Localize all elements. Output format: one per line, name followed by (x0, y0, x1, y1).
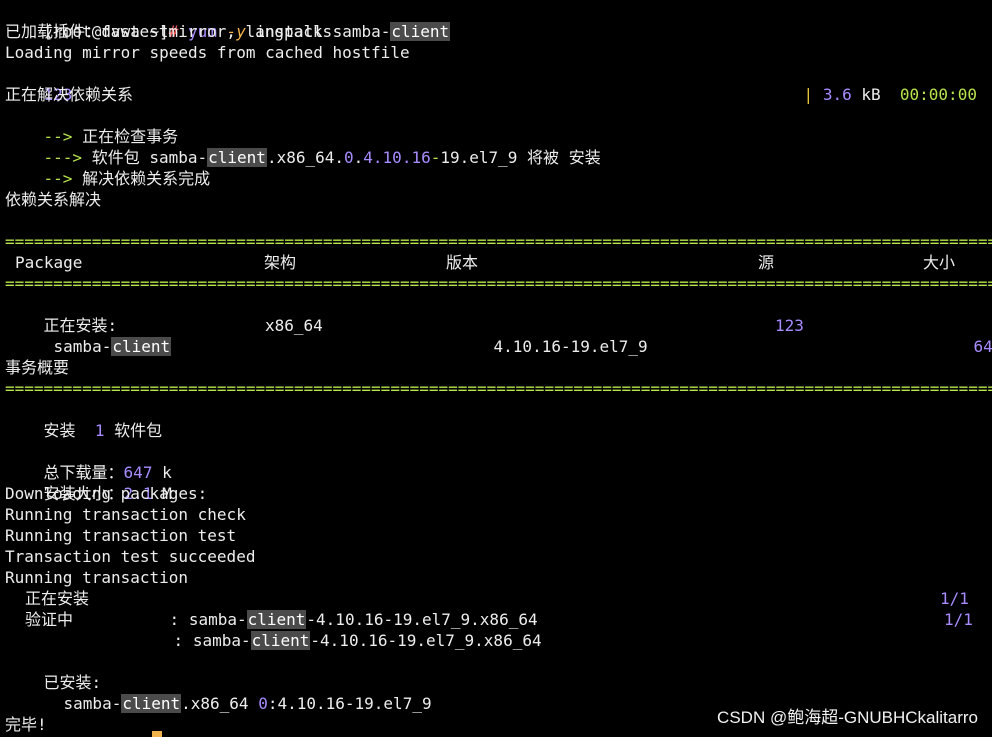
header-version: 版本 (446, 253, 479, 272)
downloading-line: Downloading packages: (5, 484, 208, 503)
repo-time: 00:00:00 (899, 85, 977, 104)
transaction-check-line: Running transaction check (5, 505, 246, 524)
pkg-version: :4.10.16-19.el7_9 (267, 694, 432, 713)
plugins-line: 已加载插件：fastestmirror, langpacks (5, 22, 333, 41)
row-size: 647 k (935, 315, 992, 356)
repo-metadata: | 3.6 kB 00:00:00 (765, 63, 977, 104)
header-size: 大小 (923, 253, 956, 272)
installed-label-line: 已安装: (5, 651, 102, 692)
install-summary-line: 安装 1 软件包 (5, 399, 163, 440)
pkg-name-part: samba- (192, 631, 251, 650)
pkg-arch: .x86_64 (181, 694, 259, 713)
row-repo: 123 (775, 316, 804, 335)
done-line: 完毕! (5, 715, 47, 734)
pkg-name-part: samba- (332, 22, 391, 41)
resolved-text: 解决依赖关系完成 (82, 169, 211, 188)
colon: : (173, 631, 184, 650)
will-install-version: 4.10.16 (363, 148, 431, 167)
row-package-name: samba-client (15, 315, 172, 356)
terminal-window[interactable]: [root@dvwa ~]# yum -y install samba-clie… (0, 0, 992, 737)
install-size-line: 安装大小：2.1 M (5, 462, 172, 503)
pkg-name-highlight: client (111, 337, 172, 356)
pkg-name-highlight: client (250, 631, 311, 650)
row-version: 4.10.16-19.el7_9 (455, 315, 648, 356)
will-install-dash: - (430, 148, 441, 167)
will-install-line: ---> 软件包 samba-client.x86_64.0.4.10.16-1… (5, 126, 601, 167)
separator-line: ========================================… (5, 232, 992, 251)
install-count: 1 (94, 421, 105, 440)
summary-title: 事务概要 (5, 358, 70, 377)
pkg-name-highlight: client (390, 22, 451, 41)
will-install-dot: . (353, 148, 364, 167)
install-label: 安装 (43, 421, 76, 440)
release-part: -19.el7_9 (560, 337, 648, 356)
verifying-step-label: 验证中 (25, 610, 74, 629)
installing-step-count: 1/1 (940, 589, 969, 608)
row-arch: x86_64 (265, 316, 323, 335)
verifying-step-pkg: : samba-client-4.10.16-19.el7_9.x86_64 (135, 609, 542, 650)
repo-bar: | (803, 85, 814, 104)
resolving-line: 正在解决依赖关系 (5, 85, 134, 104)
pkg-name-part: samba- (63, 694, 122, 713)
header-package: Package (15, 253, 83, 272)
header-arch: 架构 (264, 253, 297, 272)
running-transaction-line: Running transaction (5, 568, 189, 587)
will-install-epoch: 0 (344, 148, 354, 167)
installing-step-pkg: : samba-client-4.10.16-19.el7_9.x86_64 (131, 588, 538, 629)
checking-line: --> 正在检查事务 (5, 105, 179, 146)
repo-line: 123 (5, 63, 73, 104)
installing-step-label: 正在安装 (25, 589, 90, 608)
separator-line: ========================================… (5, 274, 992, 293)
deps-resolved-line: 依赖关系解决 (5, 190, 102, 209)
csdn-watermark: CSDN @鲍海超-GNUBHCkalitarro (717, 708, 978, 727)
installing-label-line: 正在安装: (5, 294, 118, 335)
version-part: 4.10.16 (493, 337, 561, 356)
size-number: 647 (973, 337, 992, 356)
will-install-arch: .x86_64. (266, 148, 344, 167)
mirror-line: Loading mirror speeds from cached hostfi… (5, 43, 410, 62)
will-install-release: 19.el7_9 将被 安装 (440, 148, 601, 167)
header-repo: 源 (758, 253, 775, 272)
pkg-epoch: 0 (258, 694, 268, 713)
command-prompt-line: [root@dvwa ~]# yum -y install samba-clie… (5, 0, 451, 41)
repo-size-unit: kB (861, 85, 881, 104)
transaction-test-line: Running transaction test (5, 526, 237, 545)
test-succeeded-line: Transaction test succeeded (5, 547, 256, 566)
arrow: --> (43, 169, 73, 188)
pkg-name-highlight: client (121, 694, 182, 713)
pkg-version-part: -4.10.16-19.el7_9.x86_64 (310, 631, 542, 650)
resolved-line: --> 解决依赖关系完成 (5, 147, 211, 188)
download-size-line: 总下载量：647 k (5, 441, 172, 482)
pkg-name-part: samba- (53, 337, 112, 356)
pkg-name-highlight: client (207, 148, 267, 167)
cursor (152, 731, 162, 737)
repo-size: 3.6 (822, 85, 852, 104)
verifying-step-count: 1/1 (944, 610, 973, 629)
separator-line: ========================================… (5, 379, 992, 398)
installed-pkg: samba-client.x86_64 0:4.10.16-19.el7_9 (25, 672, 432, 713)
install-unit: 软件包 (114, 421, 163, 440)
